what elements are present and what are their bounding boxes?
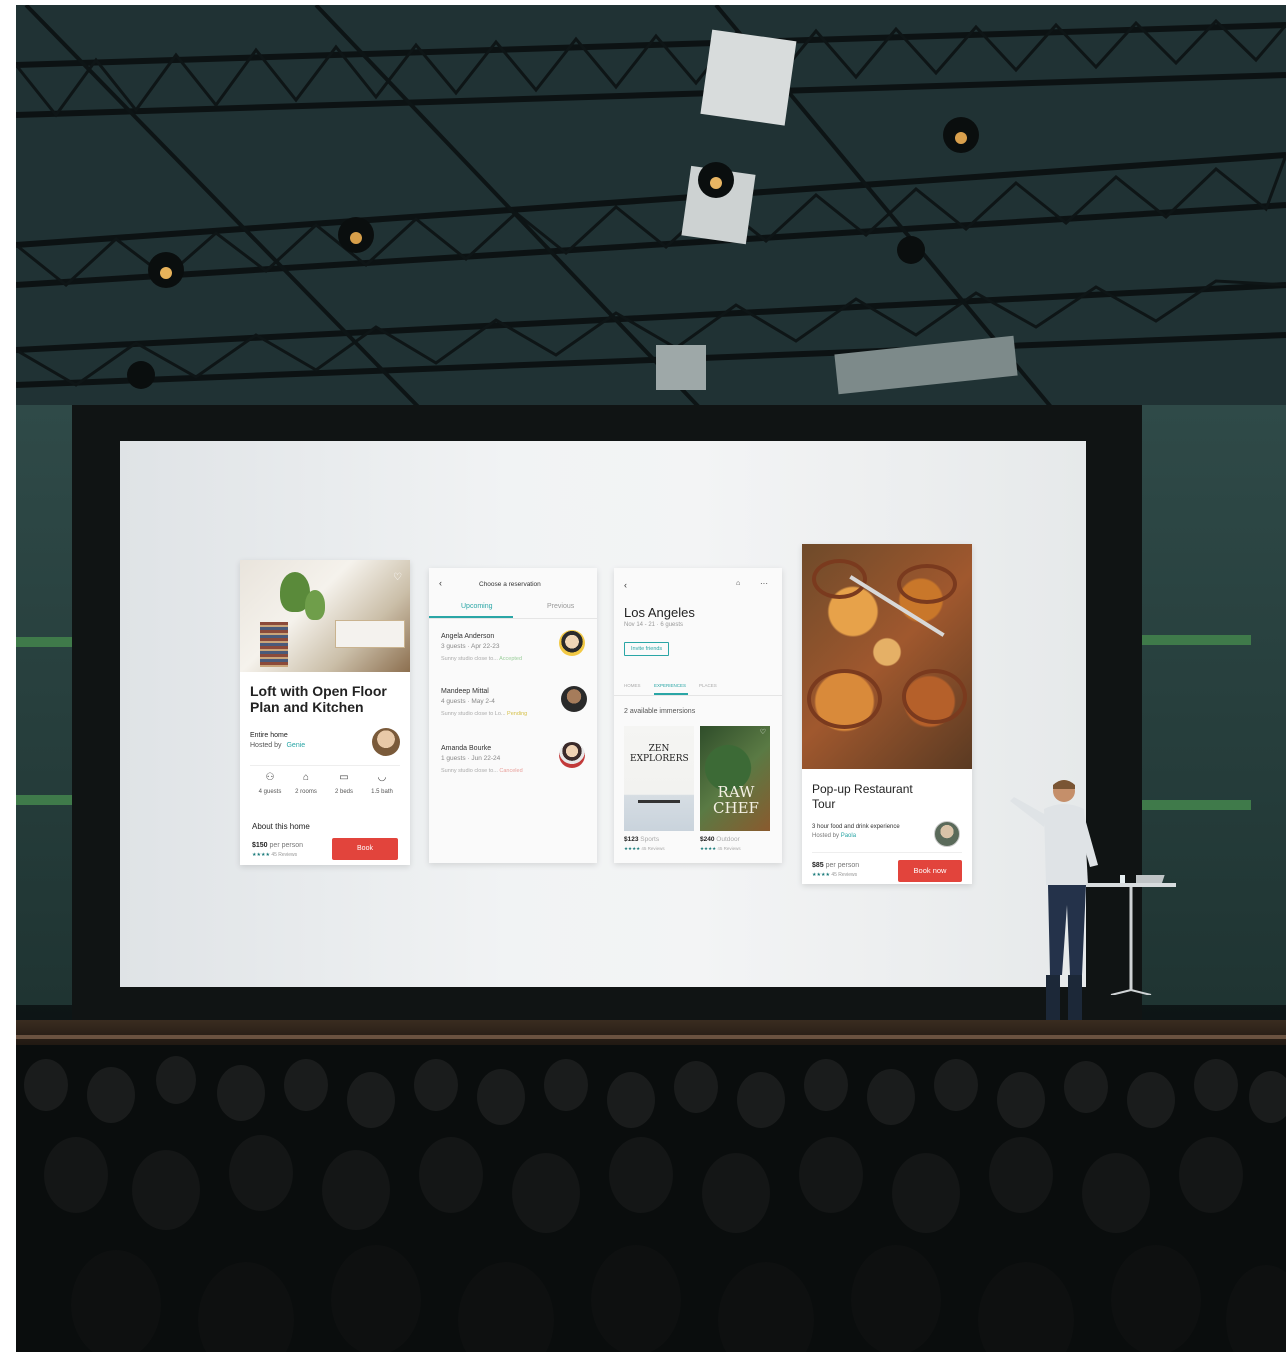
ceiling-truss — [16, 5, 1286, 425]
heart-icon[interactable]: ♡ — [760, 728, 766, 736]
host-avatar[interactable] — [372, 728, 400, 756]
rowing-boat — [638, 800, 680, 803]
rating-stars: ★★★★ 45 Reviews — [252, 852, 298, 858]
conference-photo: ♡ Loft with Open Floor Plan and Kitchen … — [16, 5, 1286, 1352]
guest-name: Angela Anderson — [441, 633, 495, 640]
wall-stripe — [1141, 635, 1251, 645]
home-type: Entire home — [250, 732, 288, 739]
invite-friends-button[interactable]: Invite friends — [624, 642, 670, 656]
listing-note: Sunny studio close to Lo... Pending — [441, 711, 528, 717]
bowl — [897, 564, 957, 604]
back-chevron-icon[interactable]: ‹ — [439, 578, 442, 588]
book-stack — [260, 622, 288, 667]
hosted-by: Hosted by Paola — [812, 833, 857, 839]
poster-title: RAW CHEF — [713, 783, 759, 817]
divider — [812, 852, 962, 853]
poster-raw-chef[interactable]: RAW CHEF ♡ — [700, 726, 770, 831]
guest-avatar — [561, 686, 587, 712]
food-photo — [802, 544, 972, 769]
back-chevron-icon[interactable]: ‹ — [624, 580, 627, 590]
listing-note: Sunny studio close to... Accepted — [441, 656, 523, 662]
wall-stripe — [16, 637, 76, 647]
experience-card-restaurant-tour: Pop-up Restaurant Tour 3 hour food and d… — [802, 544, 972, 884]
wall-stripe — [1141, 800, 1251, 810]
price: $85 per person — [812, 862, 860, 869]
amenity-guests: ⚇ 4 guests — [252, 772, 288, 795]
stage-edge — [16, 1035, 1286, 1039]
reservation-header: Choose a reservation — [479, 581, 541, 588]
trip-card-los-angeles: ‹ ⌂ ··· Los Angeles Nov 14 - 21 · 6 gues… — [614, 568, 782, 863]
book-now-button[interactable]: Book now — [898, 860, 962, 882]
price: $150 per person — [252, 842, 303, 849]
experience-price: $123 Sports — [624, 836, 660, 843]
guest-avatar — [559, 630, 585, 656]
bowl — [902, 669, 967, 724]
experience-title: Pop-up Restaurant Tour — [812, 782, 913, 811]
bed-icon: ▭ — [339, 772, 349, 783]
bowl — [807, 669, 882, 729]
guest-meta: 4 guests · May 2-4 — [441, 698, 495, 705]
host-name-link[interactable]: Genie — [286, 742, 305, 749]
podium — [1086, 875, 1176, 995]
amenity-rooms: ⌂ 2 rooms — [288, 772, 324, 795]
loft-photo: ♡ — [240, 560, 410, 672]
hosted-by: Hosted by Genie — [250, 742, 305, 749]
heart-icon[interactable]: ♡ — [393, 572, 402, 583]
more-icon[interactable]: ··· — [760, 579, 768, 588]
door-icon: ⌂ — [302, 772, 310, 783]
rating-stars: ★★★★ 45 Reviews — [812, 872, 858, 878]
trip-dates: Nov 14 - 21 · 6 guests — [624, 622, 684, 628]
divider — [614, 695, 782, 696]
poster-title: ZEN EXPLORERS — [630, 744, 689, 764]
bath-icon: ◡ — [377, 772, 387, 783]
listing-title: Loft with Open Floor Plan and Kitchen — [250, 683, 387, 715]
rating-stars: ★★★★ 45 Reviews — [700, 846, 741, 851]
reservations-card: ‹ Choose a reservation Upcoming Previous… — [429, 568, 597, 863]
immersions-count: 2 available immersions — [624, 708, 696, 715]
guests-icon: ⚇ — [265, 772, 275, 783]
divider — [429, 618, 597, 619]
listing-card-loft: ♡ Loft with Open Floor Plan and Kitchen … — [240, 560, 410, 865]
tab-places[interactable]: PLACES — [699, 683, 717, 688]
audience — [16, 1045, 1286, 1352]
rating-stars: ★★★★ 45 Reviews — [624, 846, 665, 851]
poster-zen-explorers[interactable]: ZEN EXPLORERS — [624, 726, 694, 831]
tab-experiences[interactable]: EXPERIENCES — [654, 683, 686, 688]
guest-name: Amanda Bourke — [441, 745, 492, 752]
divider — [250, 765, 400, 766]
experience-description: 3 hour food and drink experience — [812, 824, 900, 830]
amenity-beds: ▭ 2 beds — [326, 772, 362, 795]
host-avatar[interactable] — [934, 821, 960, 847]
host-name-link[interactable]: Paola — [841, 833, 856, 839]
amenity-bath: ◡ 1.5 bath — [364, 772, 400, 795]
wall-stripe — [16, 795, 76, 805]
bed — [335, 620, 405, 648]
guest-avatar — [559, 742, 585, 768]
share-icon[interactable]: ⌂ — [736, 580, 740, 587]
tab-previous[interactable]: Previous — [547, 603, 574, 610]
guest-meta: 1 guests · Jun 22-24 — [441, 755, 501, 762]
book-button[interactable]: Book — [332, 838, 398, 860]
about-heading: About this home — [252, 822, 310, 831]
listing-note: Sunny studio close to... Canceled — [441, 768, 523, 774]
left-wall — [16, 405, 76, 1005]
price-amount: $150 — [252, 842, 268, 849]
guest-meta: 3 guests · Apr 22-23 — [441, 643, 500, 650]
tab-upcoming[interactable]: Upcoming — [461, 603, 493, 610]
tab-homes[interactable]: HOMES — [624, 683, 641, 688]
plant — [305, 590, 325, 620]
price-unit: per person — [269, 842, 303, 849]
city-title: Los Angeles — [624, 605, 695, 620]
hosted-by-prefix: Hosted by — [250, 742, 282, 749]
guest-name: Mandeep Mittal — [441, 688, 489, 695]
experience-price: $240 Outdoor — [700, 836, 740, 843]
